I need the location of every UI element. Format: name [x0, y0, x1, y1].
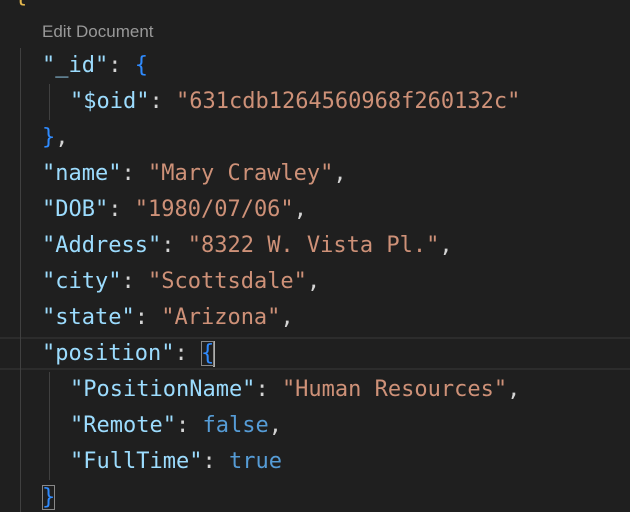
- code-line[interactable]: "city": "Scottsdale",: [42, 264, 320, 300]
- code-line[interactable]: "DOB": "1980/07/06",: [42, 192, 307, 228]
- token-punct: :: [161, 233, 188, 258]
- token-punct: ,: [280, 305, 294, 330]
- token-string: "Arizona": [161, 305, 281, 330]
- token-punct: ,: [293, 197, 307, 222]
- code-line[interactable]: "Remote": false,: [70, 408, 282, 444]
- code-line[interactable]: "FullTime": true: [70, 444, 282, 480]
- code-line[interactable]: "PositionName": "Human Resources",: [70, 372, 520, 408]
- code-line[interactable]: }: [42, 480, 56, 512]
- token-punct: :: [121, 161, 148, 186]
- token-string: "Mary Crawley": [147, 161, 334, 186]
- token-punct: :: [175, 413, 203, 438]
- token-key: "position": [42, 341, 175, 366]
- token-punct: :: [202, 449, 229, 474]
- code-line[interactable]: "_id": {: [42, 48, 148, 84]
- token-punct: ,: [439, 233, 453, 258]
- root-open-brace: {: [14, 0, 27, 14]
- token-key: "name": [42, 161, 122, 186]
- text-cursor: [213, 341, 216, 367]
- token-key: "Address": [42, 233, 162, 258]
- token-key: "state": [42, 305, 135, 330]
- token-punct: :: [149, 89, 176, 114]
- token-punct: ,: [306, 269, 321, 294]
- token-key: "FullTime": [70, 449, 203, 474]
- token-punct: ,: [333, 161, 347, 186]
- code-line[interactable]: "Address": "8322 W. Vista Pl.",: [42, 228, 453, 264]
- token-string: "1980/07/06": [134, 197, 294, 222]
- token-key: "_id": [42, 53, 109, 78]
- token-key: "Remote": [70, 413, 176, 438]
- code-line[interactable]: "state": "Arizona",: [42, 300, 294, 336]
- token-punct: ,: [507, 377, 521, 402]
- token-punct: :: [108, 197, 135, 222]
- token-punct: :: [121, 269, 148, 294]
- code-area[interactable]: "_id": {"$oid": "631cdb1264560968f260132…: [0, 0, 630, 512]
- token-key: "PositionName": [70, 377, 256, 402]
- token-string: "Scottsdale": [147, 269, 307, 294]
- token-string: "8322 W. Vista Pl.": [187, 233, 440, 258]
- token-string: "Human Resources": [281, 377, 508, 402]
- token-string: "631cdb1264560968f260132c": [175, 89, 521, 114]
- token-punct: ,: [55, 125, 69, 150]
- token-punct: ,: [268, 413, 282, 438]
- token-keyword: true: [228, 449, 282, 474]
- token-punct: :: [255, 377, 282, 402]
- token-key: "$oid": [70, 89, 150, 114]
- token-key: "DOB": [42, 197, 109, 222]
- code-line[interactable]: "position": {: [42, 336, 216, 372]
- token-key: "city": [42, 269, 122, 294]
- code-line[interactable]: },: [42, 120, 69, 156]
- token-bracket: }: [42, 485, 56, 510]
- token-punct: :: [134, 305, 162, 330]
- code-line[interactable]: "$oid": "631cdb1264560968f260132c": [70, 84, 520, 120]
- code-line[interactable]: "name": "Mary Crawley",: [42, 156, 347, 192]
- json-editor[interactable]: Edit Document "_id": {"$oid": "631cdb126…: [0, 0, 630, 512]
- token-bracket: {: [200, 341, 215, 366]
- token-punct: :: [174, 341, 201, 366]
- token-keyword: false: [202, 413, 269, 438]
- token-punct: :: [108, 53, 135, 78]
- token-bracket: {: [134, 53, 148, 78]
- token-bracket: }: [42, 125, 56, 150]
